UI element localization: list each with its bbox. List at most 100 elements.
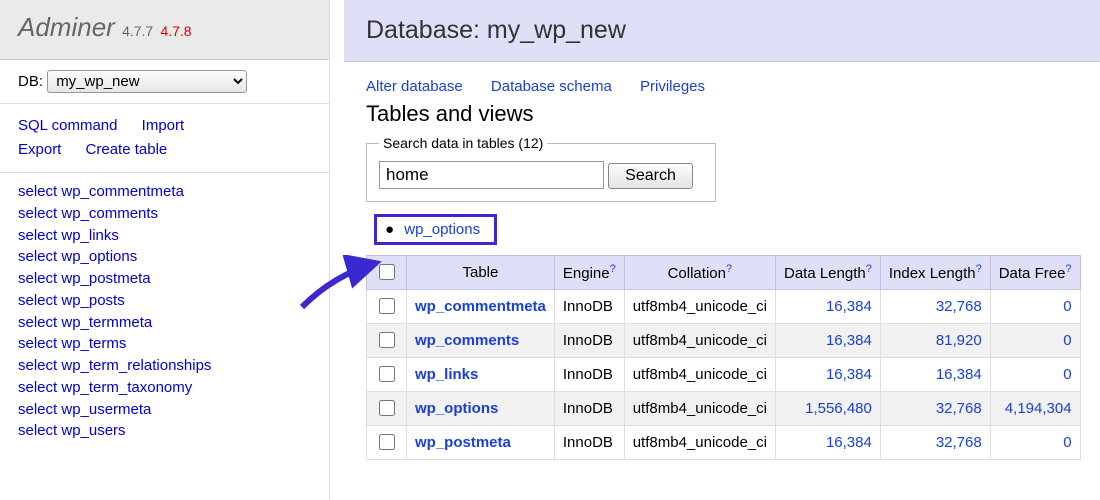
row-checkbox[interactable] bbox=[379, 332, 395, 348]
app-title: Adminer 4.7.7 4.7.8 bbox=[18, 12, 192, 42]
sidebar-table-select-link[interactable]: select bbox=[18, 183, 57, 200]
help-icon[interactable]: ? bbox=[976, 263, 982, 275]
table-name-link[interactable]: wp_commentmeta bbox=[415, 298, 546, 315]
cell-engine: InnoDB bbox=[554, 392, 624, 426]
help-icon[interactable]: ? bbox=[1065, 263, 1071, 275]
cell-data-free: 0 bbox=[990, 290, 1080, 324]
help-icon[interactable]: ? bbox=[726, 263, 732, 275]
cell-data-free-link[interactable]: 0 bbox=[1063, 332, 1071, 349]
sidebar-table-select-link[interactable]: select bbox=[18, 314, 57, 331]
cell-data-length: 16,384 bbox=[775, 426, 880, 460]
sidebar-table-select-link[interactable]: select bbox=[18, 379, 57, 396]
search-input[interactable] bbox=[379, 161, 604, 189]
sidebar-table-select-link[interactable]: select bbox=[18, 401, 57, 418]
sidebar-table-name-link[interactable]: wp_users bbox=[61, 422, 125, 439]
sidebar-table-select-link[interactable]: select bbox=[18, 335, 57, 352]
import-link[interactable]: Import bbox=[142, 117, 185, 134]
check-all[interactable] bbox=[379, 264, 395, 280]
table-name-link[interactable]: wp_comments bbox=[415, 332, 519, 349]
row-checkbox[interactable] bbox=[379, 366, 395, 382]
sidebar-table-name-link[interactable]: wp_term_taxonomy bbox=[61, 379, 192, 396]
col-index-length-label: Index Length bbox=[889, 265, 976, 282]
cell-data-length-link[interactable]: 16,384 bbox=[826, 434, 872, 451]
database-schema-link[interactable]: Database schema bbox=[491, 78, 612, 95]
cell-data-length-link[interactable]: 1,556,480 bbox=[805, 400, 872, 417]
cell-engine: InnoDB bbox=[554, 426, 624, 460]
alter-database-link[interactable]: Alter database bbox=[366, 78, 463, 95]
cell-data-free-link[interactable]: 0 bbox=[1063, 434, 1071, 451]
cell-data-length-link[interactable]: 16,384 bbox=[826, 332, 872, 349]
sidebar-table-item: select wp_options bbox=[18, 246, 311, 268]
cell-index-length-link[interactable]: 32,768 bbox=[936, 434, 982, 451]
table-row: wp_commentsInnoDButf8mb4_unicode_ci16,38… bbox=[367, 324, 1081, 358]
sql-command-link[interactable]: SQL command bbox=[18, 117, 118, 134]
sidebar-table-select-link[interactable]: select bbox=[18, 205, 57, 222]
page-title-db: my_wp_new bbox=[487, 16, 626, 44]
help-icon[interactable]: ? bbox=[866, 263, 872, 275]
page-title-bar: Database: my_wp_new bbox=[344, 0, 1100, 62]
sidebar-table-name-link[interactable]: wp_commentmeta bbox=[61, 183, 184, 200]
cell-data-free-link[interactable]: 4,194,304 bbox=[1005, 400, 1072, 417]
cell-collation: utf8mb4_unicode_ci bbox=[624, 392, 775, 426]
table-name-link[interactable]: wp_postmeta bbox=[415, 434, 511, 451]
sidebar-table-select-link[interactable]: select bbox=[18, 248, 57, 265]
cell-table: wp_comments bbox=[407, 324, 555, 358]
search-result-table-link[interactable]: wp_options bbox=[404, 221, 480, 238]
sidebar-table-select-link[interactable]: select bbox=[18, 227, 57, 244]
sidebar-table-name-link[interactable]: wp_posts bbox=[61, 292, 124, 309]
app-version-latest[interactable]: 4.7.8 bbox=[160, 23, 191, 39]
db-select[interactable]: my_wp_new bbox=[47, 70, 247, 93]
cell-index-length-link[interactable]: 32,768 bbox=[936, 400, 982, 417]
sidebar-table-name-link[interactable]: wp_comments bbox=[61, 205, 158, 222]
table-name-link[interactable]: wp_links bbox=[415, 366, 478, 383]
sidebar-table-select-link[interactable]: select bbox=[18, 292, 57, 309]
create-table-link[interactable]: Create table bbox=[86, 141, 168, 158]
sidebar-table-name-link[interactable]: wp_terms bbox=[61, 335, 126, 352]
col-data-length: Data Length? bbox=[775, 256, 880, 290]
cell-data-length-link[interactable]: 16,384 bbox=[826, 366, 872, 383]
bullet-icon: ● bbox=[385, 221, 394, 238]
cell-data-length-link[interactable]: 16,384 bbox=[826, 298, 872, 315]
sidebar-table-item: select wp_commentmeta bbox=[18, 181, 311, 203]
row-checkbox[interactable] bbox=[379, 400, 395, 416]
search-button[interactable]: Search bbox=[608, 163, 693, 189]
cell-data-free-link[interactable]: 0 bbox=[1063, 366, 1071, 383]
cell-check bbox=[367, 358, 407, 392]
cell-index-length: 32,768 bbox=[880, 290, 990, 324]
cell-data-free-link[interactable]: 0 bbox=[1063, 298, 1071, 315]
cell-data-length: 1,556,480 bbox=[775, 392, 880, 426]
sidebar-table-select-link[interactable]: select bbox=[18, 270, 57, 287]
sidebar-table-name-link[interactable]: wp_links bbox=[61, 227, 119, 244]
sidebar-table-name-link[interactable]: wp_postmeta bbox=[61, 270, 150, 287]
row-checkbox[interactable] bbox=[379, 298, 395, 314]
col-table-label: Table bbox=[463, 264, 499, 281]
search-result-highlight: ● wp_options bbox=[374, 214, 497, 245]
cell-index-length-link[interactable]: 16,384 bbox=[936, 366, 982, 383]
privileges-link[interactable]: Privileges bbox=[640, 78, 705, 95]
sidebar-table-item: select wp_termmeta bbox=[18, 312, 311, 334]
col-index-length: Index Length? bbox=[880, 256, 990, 290]
cell-check bbox=[367, 290, 407, 324]
table-row: wp_linksInnoDButf8mb4_unicode_ci16,38416… bbox=[367, 358, 1081, 392]
sidebar-table-select-link[interactable]: select bbox=[18, 422, 57, 439]
cell-index-length: 16,384 bbox=[880, 358, 990, 392]
sidebar-table-name-link[interactable]: wp_options bbox=[61, 248, 137, 265]
sidebar-tables-list: select wp_commentmetaselect wp_commentss… bbox=[0, 173, 329, 450]
help-icon[interactable]: ? bbox=[610, 263, 616, 275]
cell-engine: InnoDB bbox=[554, 290, 624, 324]
table-row: wp_options InnoDButf8mb4_unicode_ci 1,556,… bbox=[367, 392, 1081, 426]
cell-index-length: 32,768 bbox=[880, 392, 990, 426]
table-name-link[interactable]: wp_options bbox=[415, 400, 498, 417]
sidebar-table-name-link[interactable]: wp_usermeta bbox=[61, 401, 151, 418]
cell-index-length-link[interactable]: 32,768 bbox=[936, 298, 982, 315]
tables-grid: Table Engine? Collation? Data Length? In… bbox=[366, 255, 1081, 460]
sidebar-table-name-link[interactable]: wp_termmeta bbox=[61, 314, 152, 331]
cell-data-length: 16,384 bbox=[775, 290, 880, 324]
cell-collation: utf8mb4_unicode_ci bbox=[624, 426, 775, 460]
cell-index-length-link[interactable]: 81,920 bbox=[936, 332, 982, 349]
col-collation: Collation? bbox=[624, 256, 775, 290]
export-link[interactable]: Export bbox=[18, 141, 61, 158]
row-checkbox[interactable] bbox=[379, 434, 395, 450]
sidebar-table-select-link[interactable]: select bbox=[18, 357, 57, 374]
sidebar-table-name-link[interactable]: wp_term_relationships bbox=[61, 357, 211, 374]
